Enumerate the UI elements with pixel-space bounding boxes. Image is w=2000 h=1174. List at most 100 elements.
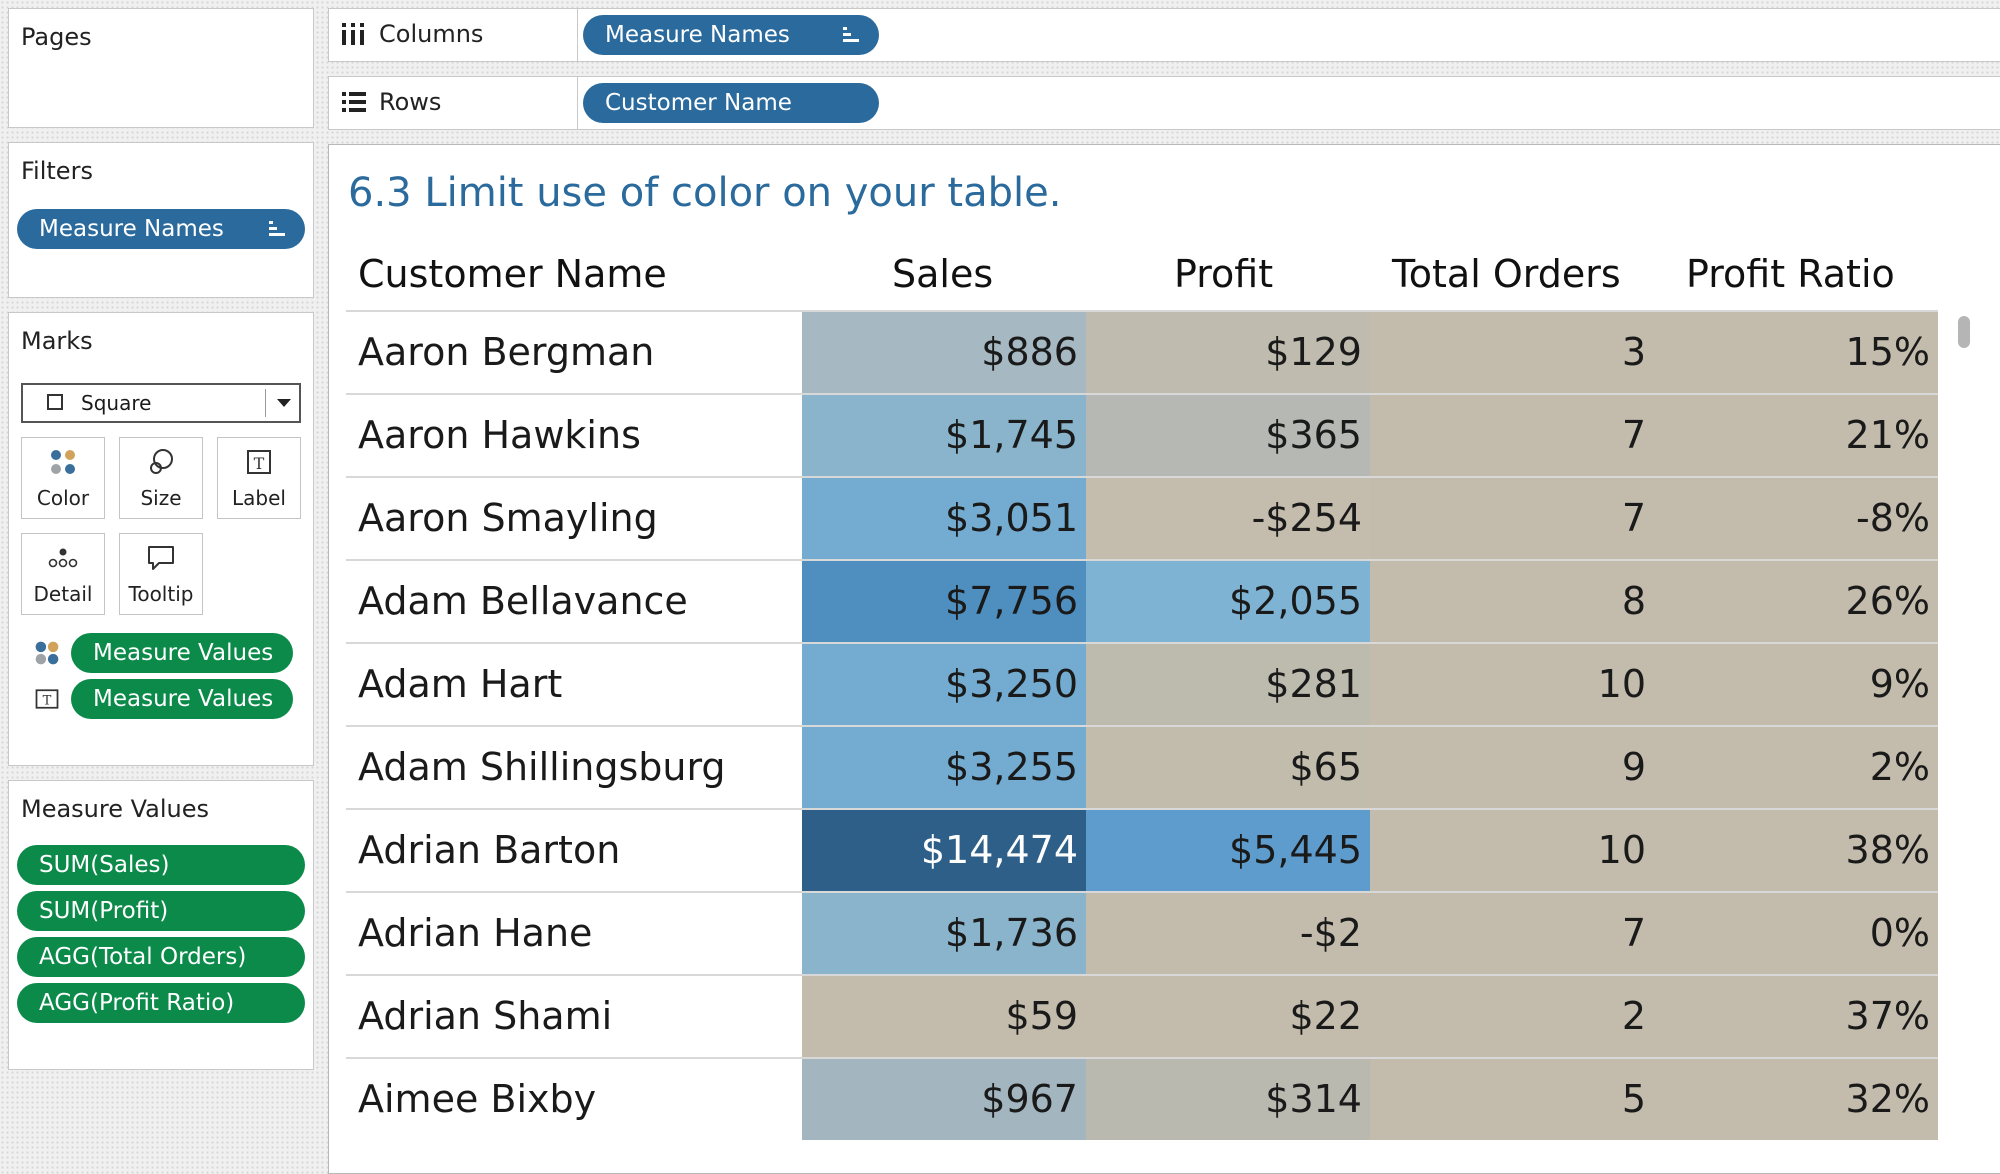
customer-name-cell[interactable]: Adam Shillingsburg bbox=[346, 727, 802, 808]
sales-cell[interactable]: $7,756 bbox=[802, 561, 1086, 642]
orders-cell[interactable]: 10 bbox=[1370, 810, 1654, 891]
filter-pill-measure-names[interactable]: Measure Names bbox=[17, 209, 305, 249]
sales-cell[interactable]: $886 bbox=[802, 312, 1086, 393]
profit-cell[interactable]: $65 bbox=[1086, 727, 1370, 808]
orders-cell[interactable]: 7 bbox=[1370, 478, 1654, 559]
scroll-thumb[interactable] bbox=[1958, 316, 1970, 348]
label-text-icon: T bbox=[247, 450, 271, 474]
pages-title: Pages bbox=[21, 23, 92, 51]
table-row[interactable]: Adrian Shami $59 $22 2 37% bbox=[346, 974, 1938, 1057]
sales-cell[interactable]: $1,745 bbox=[802, 395, 1086, 476]
sales-cell[interactable]: $14,474 bbox=[802, 810, 1086, 891]
ratio-cell[interactable]: -8% bbox=[1654, 478, 1938, 559]
rows-shelf[interactable]: Rows Customer Name bbox=[328, 76, 2000, 130]
orders-cell[interactable]: 8 bbox=[1370, 561, 1654, 642]
columns-pill-measure-names[interactable]: Measure Names bbox=[583, 15, 879, 55]
ratio-cell[interactable]: 26% bbox=[1654, 561, 1938, 642]
table-row[interactable]: Adrian Hane $1,736 -$2 7 0% bbox=[346, 891, 1938, 974]
customer-name-cell[interactable]: Aimee Bixby bbox=[346, 1059, 802, 1140]
filters-panel[interactable]: Filters Measure Names bbox=[8, 142, 314, 298]
orders-cell[interactable]: 7 bbox=[1370, 395, 1654, 476]
sales-cell[interactable]: $967 bbox=[802, 1059, 1086, 1140]
table-row[interactable]: Aimee Bixby $967 $314 5 32% bbox=[346, 1057, 1938, 1140]
measure-pill-total-orders[interactable]: AGG(Total Orders) bbox=[17, 937, 305, 977]
ratio-cell[interactable]: 38% bbox=[1654, 810, 1938, 891]
profit-cell[interactable]: $129 bbox=[1086, 312, 1370, 393]
orders-cell[interactable]: 5 bbox=[1370, 1059, 1654, 1140]
detail-dots-icon bbox=[48, 548, 78, 568]
marks-title: Marks bbox=[21, 327, 93, 355]
header-sales[interactable]: Sales bbox=[892, 252, 993, 296]
orders-cell[interactable]: 9 bbox=[1370, 727, 1654, 808]
label-card[interactable]: T Label bbox=[217, 437, 301, 519]
tooltip-icon bbox=[148, 546, 174, 570]
table-row[interactable]: Adam Hart $3,250 $281 10 9% bbox=[346, 642, 1938, 725]
table-row[interactable]: Adrian Barton $14,474 $5,445 10 38% bbox=[346, 808, 1938, 891]
orders-cell[interactable]: 3 bbox=[1370, 312, 1654, 393]
chevron-down-icon[interactable] bbox=[277, 399, 291, 407]
profit-cell[interactable]: $281 bbox=[1086, 644, 1370, 725]
header-customer-name[interactable]: Customer Name bbox=[358, 252, 667, 296]
pages-panel[interactable]: Pages bbox=[8, 8, 314, 128]
orders-cell[interactable]: 7 bbox=[1370, 893, 1654, 974]
vertical-scrollbar[interactable] bbox=[1956, 310, 1972, 1160]
customer-name-cell[interactable]: Adam Hart bbox=[346, 644, 802, 725]
ratio-cell[interactable]: 2% bbox=[1654, 727, 1938, 808]
profit-cell[interactable]: -$2 bbox=[1086, 893, 1370, 974]
orders-cell[interactable]: 10 bbox=[1370, 644, 1654, 725]
ratio-cell[interactable]: 15% bbox=[1654, 312, 1938, 393]
profit-cell[interactable]: $5,445 bbox=[1086, 810, 1370, 891]
customer-name-cell[interactable]: Aaron Bergman bbox=[346, 312, 802, 393]
square-mark-icon bbox=[47, 394, 63, 410]
svg-text:T: T bbox=[254, 454, 265, 473]
customer-name-cell[interactable]: Adam Bellavance bbox=[346, 561, 802, 642]
label-encoding-pill[interactable]: Measure Values bbox=[71, 679, 293, 719]
orders-cell[interactable]: 2 bbox=[1370, 976, 1654, 1057]
shelf-divider bbox=[577, 9, 578, 61]
table-row[interactable]: Aaron Hawkins $1,745 $365 7 21% bbox=[346, 393, 1938, 476]
sales-cell[interactable]: $3,051 bbox=[802, 478, 1086, 559]
ratio-cell[interactable]: 9% bbox=[1654, 644, 1938, 725]
shelf-divider bbox=[577, 77, 578, 129]
profit-cell[interactable]: -$254 bbox=[1086, 478, 1370, 559]
profit-cell[interactable]: $365 bbox=[1086, 395, 1370, 476]
sales-cell[interactable]: $3,255 bbox=[802, 727, 1086, 808]
profit-cell[interactable]: $314 bbox=[1086, 1059, 1370, 1140]
measure-pill-profit[interactable]: SUM(Profit) bbox=[17, 891, 305, 931]
customer-name-cell[interactable]: Aaron Smayling bbox=[346, 478, 802, 559]
columns-shelf[interactable]: Columns Measure Names bbox=[328, 8, 2000, 62]
measure-values-panel[interactable]: Measure Values SUM(Sales) SUM(Profit) AG… bbox=[8, 780, 314, 1070]
customer-name-cell[interactable]: Aaron Hawkins bbox=[346, 395, 802, 476]
color-encoding-pill[interactable]: Measure Values bbox=[71, 633, 293, 673]
header-total-orders[interactable]: Total Orders bbox=[1392, 252, 1621, 296]
marks-panel[interactable]: Marks Square Color Size T Label Detail T… bbox=[8, 312, 314, 766]
color-card-label: Color bbox=[36, 486, 90, 510]
profit-cell[interactable]: $22 bbox=[1086, 976, 1370, 1057]
mark-type-dropdown[interactable]: Square bbox=[21, 383, 301, 423]
table-row[interactable]: Adam Bellavance $7,756 $2,055 8 26% bbox=[346, 559, 1938, 642]
measure-pill-sales[interactable]: SUM(Sales) bbox=[17, 845, 305, 885]
customer-name-cell[interactable]: Adrian Barton bbox=[346, 810, 802, 891]
profit-cell[interactable]: $2,055 bbox=[1086, 561, 1370, 642]
size-card[interactable]: Size bbox=[119, 437, 203, 519]
customer-name-cell[interactable]: Adrian Hane bbox=[346, 893, 802, 974]
sales-cell[interactable]: $59 bbox=[802, 976, 1086, 1057]
table-row[interactable]: Aaron Smayling $3,051 -$254 7 -8% bbox=[346, 476, 1938, 559]
table-row[interactable]: Adam Shillingsburg $3,255 $65 9 2% bbox=[346, 725, 1938, 808]
measure-pill-profit-ratio[interactable]: AGG(Profit Ratio) bbox=[17, 983, 305, 1023]
sales-cell[interactable]: $1,736 bbox=[802, 893, 1086, 974]
header-profit[interactable]: Profit bbox=[1174, 252, 1273, 296]
detail-card[interactable]: Detail bbox=[21, 533, 105, 615]
ratio-cell[interactable]: 21% bbox=[1654, 395, 1938, 476]
customer-name-cell[interactable]: Adrian Shami bbox=[346, 976, 802, 1057]
tooltip-card[interactable]: Tooltip bbox=[119, 533, 203, 615]
ratio-cell[interactable]: 37% bbox=[1654, 976, 1938, 1057]
rows-pill-customer-name[interactable]: Customer Name bbox=[583, 83, 879, 123]
table-row[interactable]: Aaron Bergman $886 $129 3 15% bbox=[346, 310, 1938, 393]
ratio-cell[interactable]: 0% bbox=[1654, 893, 1938, 974]
header-profit-ratio[interactable]: Profit Ratio bbox=[1686, 252, 1895, 296]
rows-pill-label: Customer Name bbox=[605, 90, 792, 116]
color-card[interactable]: Color bbox=[21, 437, 105, 519]
sales-cell[interactable]: $3,250 bbox=[802, 644, 1086, 725]
ratio-cell[interactable]: 32% bbox=[1654, 1059, 1938, 1140]
